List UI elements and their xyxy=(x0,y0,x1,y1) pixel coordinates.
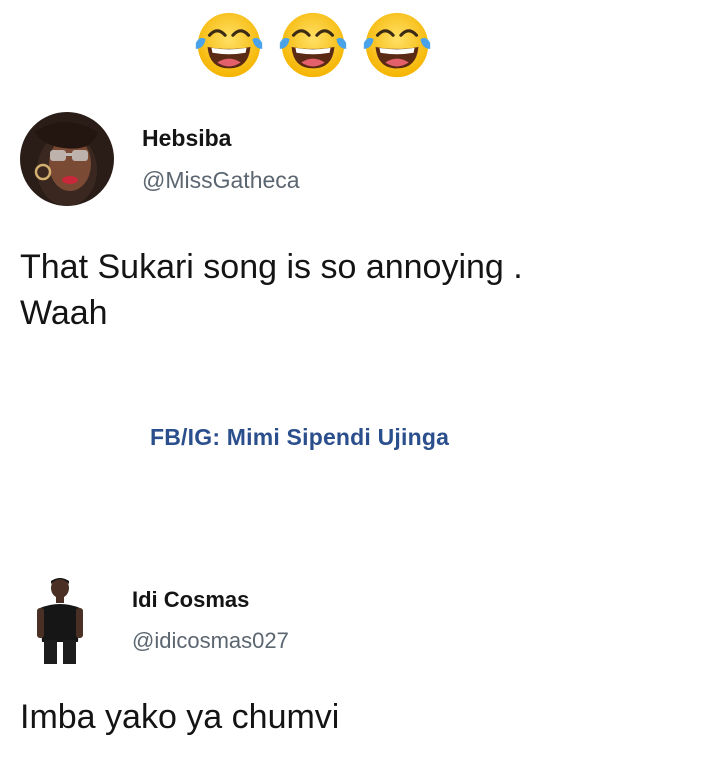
user-block: Hebsiba @MissGatheca xyxy=(142,124,300,194)
watermark: FB/IG: Mimi Sipendi Ujinga xyxy=(150,424,450,450)
reply-text: Imba yako ya chumvi xyxy=(20,698,340,736)
reply-display-name[interactable]: Idi Cosmas xyxy=(132,586,289,613)
tweet-text: That Sukari song is so annoying . Waah xyxy=(20,248,523,332)
reply-user-block: Idi Cosmas @idicosmas027 xyxy=(132,586,289,654)
tears-of-joy-icon xyxy=(279,12,347,78)
user-handle[interactable]: @MissGatheca xyxy=(142,166,300,194)
display-name[interactable]: Hebsiba xyxy=(142,124,300,152)
tears-of-joy-icon xyxy=(363,12,431,78)
reply-header: Idi Cosmas @idicosmas027 xyxy=(30,574,289,666)
tweet-header: Hebsiba @MissGatheca xyxy=(20,112,300,206)
reply-avatar[interactable] xyxy=(30,574,90,666)
reply-user-handle[interactable]: @idicosmas027 xyxy=(132,627,289,654)
avatar[interactable] xyxy=(20,112,114,206)
tears-of-joy-icon xyxy=(195,12,263,78)
emoji-reaction-row xyxy=(190,6,450,88)
